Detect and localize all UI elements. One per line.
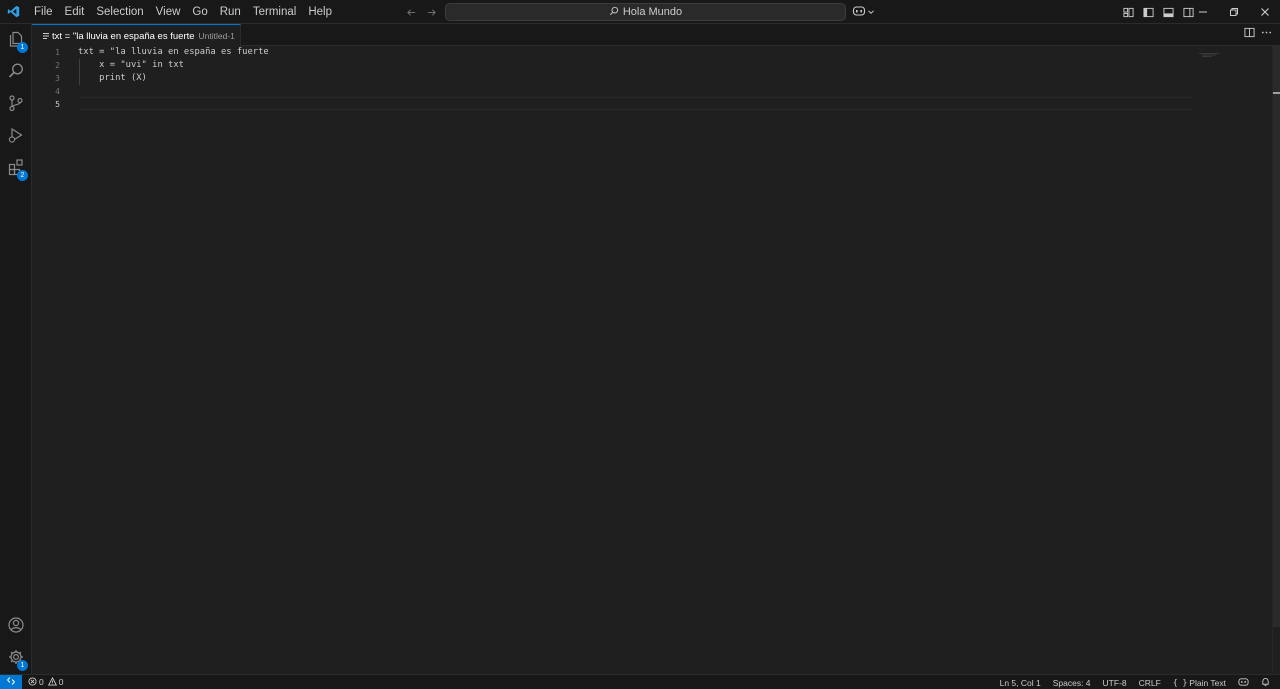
vscode-logo-icon bbox=[1, 0, 25, 24]
menu-terminal[interactable]: Terminal bbox=[247, 0, 302, 24]
language-mode[interactable]: { } Plain Text bbox=[1167, 678, 1232, 688]
encoding-setting[interactable]: UTF-8 bbox=[1097, 678, 1133, 688]
menu-bar: File Edit Selection View Go Run Terminal… bbox=[28, 0, 338, 24]
line-number: 2 bbox=[55, 61, 60, 70]
window-controls bbox=[1187, 0, 1280, 24]
line-number: 1 bbox=[55, 48, 60, 57]
menu-go[interactable]: Go bbox=[186, 0, 213, 24]
cursor-overview-marker bbox=[1273, 92, 1280, 94]
restore-icon[interactable] bbox=[1218, 0, 1249, 24]
problems-indicator[interactable]: 0 0 bbox=[28, 676, 64, 688]
tab-description: Untitled-1 bbox=[198, 31, 235, 41]
line-number: 4 bbox=[55, 87, 60, 96]
code-editor[interactable]: 1 2 3 4 5 txt = "la lluvia en españa es … bbox=[32, 46, 1280, 674]
menu-file[interactable]: File bbox=[28, 0, 59, 24]
explorer-badge: 1 bbox=[17, 42, 28, 53]
menu-selection[interactable]: Selection bbox=[90, 0, 149, 24]
manage-badge: 1 bbox=[17, 660, 28, 671]
code-line: print (X) bbox=[78, 73, 147, 83]
notifications-button[interactable] bbox=[1255, 677, 1276, 689]
line-number-active: 5 bbox=[55, 100, 60, 109]
status-bar-right: Ln 5, Col 1 Spaces: 4 UTF-8 CRLF { } Pla… bbox=[994, 675, 1276, 689]
source-control-button[interactable] bbox=[0, 88, 32, 120]
warning-count: 0 bbox=[58, 677, 64, 687]
search-view-button[interactable] bbox=[0, 56, 32, 88]
code-line: x = "uvi" in txt bbox=[78, 60, 184, 70]
layout-controls bbox=[1119, 0, 1197, 24]
vertical-scrollbar[interactable] bbox=[1272, 46, 1280, 674]
tab-title: txt = "la lluvia en españa es fuerte bbox=[52, 30, 195, 42]
menu-help[interactable]: Help bbox=[302, 0, 338, 24]
end-of-line-setting[interactable]: CRLF bbox=[1133, 678, 1167, 688]
copilot-icon bbox=[1238, 677, 1249, 689]
menu-run[interactable]: Run bbox=[214, 0, 247, 24]
accounts-button[interactable] bbox=[0, 610, 32, 642]
remote-indicator-button[interactable] bbox=[0, 674, 22, 689]
run-debug-button[interactable] bbox=[0, 120, 32, 152]
title-bar: File Edit Selection View Go Run Terminal… bbox=[0, 0, 1280, 24]
error-count: 0 bbox=[39, 677, 44, 687]
customize-layout-icon[interactable] bbox=[1120, 4, 1136, 20]
editor-actions bbox=[1244, 27, 1272, 41]
indentation-setting[interactable]: Spaces: 4 bbox=[1047, 678, 1097, 688]
copilot-button[interactable] bbox=[852, 3, 875, 21]
source-control-icon bbox=[7, 94, 25, 115]
close-icon[interactable] bbox=[1249, 0, 1280, 24]
menu-edit[interactable]: Edit bbox=[59, 0, 91, 24]
extensions-button[interactable]: 2 bbox=[0, 152, 32, 184]
minimap[interactable] bbox=[1196, 46, 1226, 57]
more-actions-icon[interactable] bbox=[1261, 27, 1272, 41]
chevron-down-icon bbox=[867, 5, 875, 19]
command-center-search[interactable]: Hola Mundo bbox=[445, 3, 846, 21]
account-icon bbox=[7, 616, 25, 637]
text-file-icon bbox=[42, 31, 50, 41]
current-line-highlight bbox=[78, 97, 1193, 110]
copilot-icon bbox=[852, 5, 866, 20]
extensions-badge: 2 bbox=[17, 170, 28, 181]
code-line: txt = "la lluvia en españa es fuerte bbox=[78, 47, 269, 57]
toggle-primary-sidebar-icon[interactable] bbox=[1140, 4, 1156, 20]
copilot-status-button[interactable] bbox=[1232, 677, 1255, 689]
run-debug-icon bbox=[7, 126, 25, 147]
split-editor-icon[interactable] bbox=[1244, 27, 1255, 41]
go-back-icon[interactable] bbox=[403, 4, 419, 20]
activity-bar: 1 2 1 bbox=[0, 24, 32, 674]
search-icon bbox=[7, 62, 25, 83]
menu-view[interactable]: View bbox=[150, 0, 187, 24]
tab-untitled-1[interactable]: txt = "la lluvia en españa es fuerte Unt… bbox=[32, 24, 241, 47]
editor-tab-bar: txt = "la lluvia en españa es fuerte Unt… bbox=[32, 24, 1280, 47]
status-bar: 0 0 Ln 5, Col 1 Spaces: 4 UTF-8 CRLF { }… bbox=[0, 674, 1280, 689]
go-forward-icon[interactable] bbox=[423, 4, 439, 20]
language-mode-label: Plain Text bbox=[1189, 677, 1226, 688]
scrollbar-thumb[interactable] bbox=[1273, 46, 1280, 627]
line-number: 3 bbox=[55, 74, 60, 83]
manage-button[interactable]: 1 bbox=[0, 642, 32, 674]
search-icon bbox=[609, 6, 619, 19]
error-icon bbox=[28, 676, 37, 688]
bell-icon bbox=[1261, 677, 1270, 689]
warning-icon bbox=[47, 676, 57, 688]
explorer-button[interactable]: 1 bbox=[0, 24, 32, 56]
minimize-icon[interactable] bbox=[1187, 0, 1218, 24]
navigation-arrows bbox=[403, 0, 439, 24]
cursor-position[interactable]: Ln 5, Col 1 bbox=[994, 678, 1047, 688]
braces-icon: { } bbox=[1172, 678, 1188, 687]
toggle-panel-icon[interactable] bbox=[1160, 4, 1176, 20]
remote-icon bbox=[6, 676, 16, 688]
command-center-label: Hola Mundo bbox=[622, 6, 683, 18]
